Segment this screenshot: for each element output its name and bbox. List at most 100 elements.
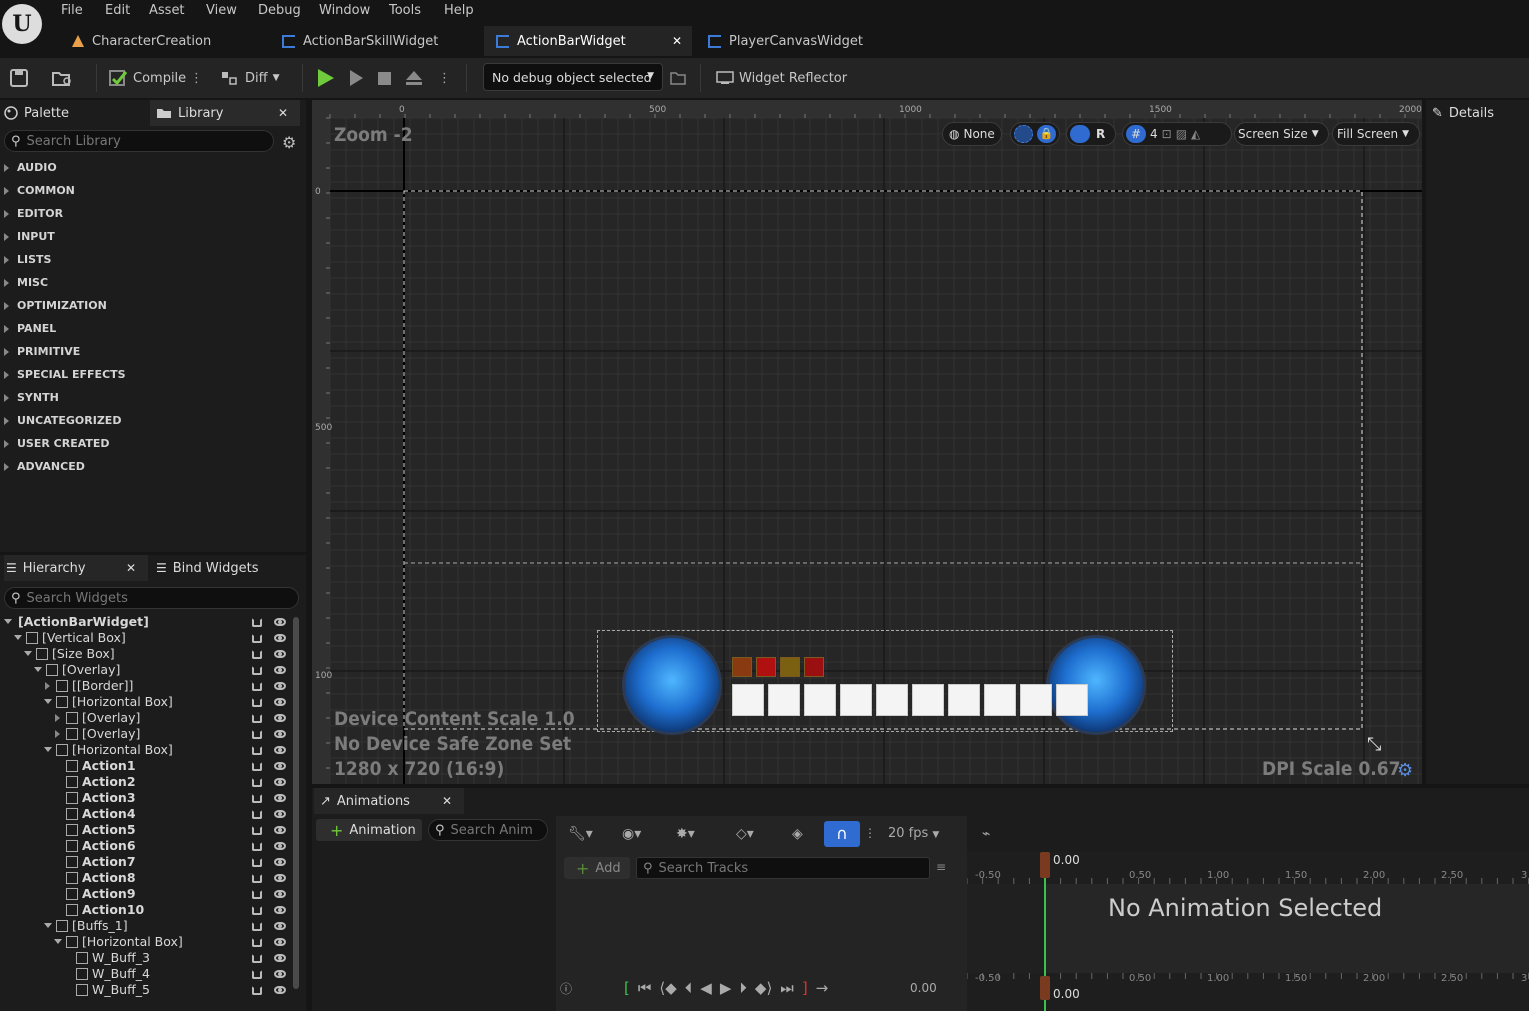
- hierarchy-row[interactable]: Action9: [0, 886, 300, 902]
- collapse-arrow-icon[interactable]: [14, 635, 22, 640]
- palette-category-special-effects[interactable]: SPECIAL EFFECTS: [0, 363, 306, 386]
- lock-icon[interactable]: [252, 985, 262, 995]
- palette-category-audio[interactable]: AUDIO: [0, 156, 306, 179]
- visibility-eye-icon[interactable]: [274, 858, 286, 866]
- lock-icon[interactable]: [252, 953, 262, 963]
- keyframe-icon[interactable]: ◇▾: [736, 826, 754, 842]
- hierarchy-row[interactable]: [Overlay]: [0, 726, 300, 742]
- lock-icon[interactable]: [252, 921, 262, 931]
- hierarchy-row[interactable]: Action3: [0, 790, 300, 806]
- visibility-eye-icon[interactable]: [274, 698, 286, 706]
- play-options-button[interactable]: ⋮: [438, 58, 451, 98]
- action-slot[interactable]: [876, 684, 908, 716]
- browse-button[interactable]: [52, 58, 74, 98]
- visibility-eye-icon[interactable]: [274, 826, 286, 834]
- add-track-button[interactable]: + Add: [564, 857, 630, 879]
- palette-category-synth[interactable]: SYNTH: [0, 386, 306, 409]
- palette-category-uncategorized[interactable]: UNCATEGORIZED: [0, 409, 306, 432]
- lock-icon[interactable]: [252, 969, 262, 979]
- fill-screen-select[interactable]: Fill Screen ▼: [1332, 122, 1420, 146]
- menu-help[interactable]: Help: [444, 3, 474, 21]
- compile-options-button[interactable]: ⋮: [190, 58, 203, 98]
- visibility-eye-icon[interactable]: [274, 954, 286, 962]
- hierarchy-row[interactable]: [Overlay]: [0, 710, 300, 726]
- expand-arrow-icon[interactable]: [55, 714, 60, 722]
- unreal-logo[interactable]: U: [0, 0, 44, 48]
- dpi-settings-gear-icon[interactable]: ⚙: [1397, 760, 1413, 781]
- visibility-eye-icon[interactable]: [274, 714, 286, 722]
- visibility-eye-icon[interactable]: [274, 906, 286, 914]
- action-slot[interactable]: [984, 684, 1016, 716]
- set-end-icon[interactable]: ]: [802, 979, 808, 997]
- fps-select[interactable]: 20 fps ▼: [888, 826, 939, 841]
- action-slot[interactable]: [912, 684, 944, 716]
- play-button[interactable]: [318, 58, 334, 98]
- hierarchy-row[interactable]: Action8: [0, 870, 300, 886]
- lock-icon[interactable]: [252, 745, 262, 755]
- health-orb[interactable]: [622, 635, 722, 735]
- hierarchy-row[interactable]: [Size Box]: [0, 646, 300, 662]
- lock-icon[interactable]: [252, 937, 262, 947]
- menu-window[interactable]: Window: [319, 3, 370, 21]
- palette-category-advanced[interactable]: ADVANCED: [0, 455, 306, 478]
- jump-to-start-icon[interactable]: ⏮: [638, 979, 652, 997]
- lock-icon[interactable]: [252, 809, 262, 819]
- hierarchy-scrollbar[interactable]: [293, 617, 299, 989]
- lock-icon[interactable]: [252, 649, 262, 659]
- flip-icon[interactable]: ◭: [1191, 127, 1200, 141]
- palette-category-input[interactable]: INPUT: [0, 225, 306, 248]
- step-back-frame-icon[interactable]: ⏴: [685, 979, 693, 997]
- hierarchy-row[interactable]: [Horizontal Box]: [0, 934, 300, 950]
- key-auto-icon[interactable]: ◈: [792, 826, 803, 842]
- zoom-to-fit-icon[interactable]: ⊡: [1162, 127, 1172, 141]
- palette-category-common[interactable]: COMMON: [0, 179, 306, 202]
- search-tracks-input[interactable]: ⚲ Search Tracks: [636, 857, 930, 879]
- tab-bind-widgets[interactable]: ☰ Bind Widgets: [156, 555, 304, 581]
- hierarchy-row[interactable]: Action7: [0, 854, 300, 870]
- action-slot[interactable]: [840, 684, 872, 716]
- visibility-eye-icon[interactable]: [274, 938, 286, 946]
- close-icon[interactable]: ✕: [442, 794, 452, 808]
- visibility-eye-icon[interactable]: [274, 762, 286, 770]
- playback-options-icon[interactable]: ✸▾: [676, 826, 695, 842]
- hierarchy-search-input[interactable]: ⚲ Search Widgets: [4, 587, 299, 609]
- diff-button[interactable]: Diff ▼: [220, 58, 280, 98]
- play-reverse-icon[interactable]: ◀: [700, 979, 712, 997]
- visibility-eye-icon[interactable]: [274, 986, 286, 994]
- playhead-handle[interactable]: [1040, 852, 1050, 878]
- visibility-eye-icon[interactable]: [274, 746, 286, 754]
- compile-button[interactable]: Compile: [108, 58, 186, 98]
- lock-icon[interactable]: [252, 889, 262, 899]
- collapse-arrow-icon[interactable]: [44, 923, 52, 928]
- lock-icon[interactable]: [252, 697, 262, 707]
- menu-asset[interactable]: Asset: [149, 3, 185, 21]
- widget-reflector-button[interactable]: Widget Reflector: [716, 58, 847, 98]
- palette-category-editor[interactable]: EDITOR: [0, 202, 306, 225]
- lock-icon[interactable]: [252, 825, 262, 835]
- debug-find-button[interactable]: [670, 58, 686, 98]
- tab-actionbarskillwidget[interactable]: ActionBarSkillWidget: [270, 26, 480, 56]
- visibility-eye-icon[interactable]: [274, 890, 286, 898]
- visibility-eye-icon[interactable]: [274, 682, 286, 690]
- jump-to-end-icon[interactable]: ⏭: [780, 979, 794, 997]
- menu-tools[interactable]: Tools: [389, 3, 421, 21]
- hierarchy-row[interactable]: Action2: [0, 774, 300, 790]
- tab-palette[interactable]: Palette: [4, 100, 149, 126]
- lock-icon[interactable]: [252, 729, 262, 739]
- buff-icon[interactable]: [732, 657, 752, 677]
- buff-icon[interactable]: [780, 657, 800, 677]
- collapse-arrow-icon[interactable]: [4, 619, 12, 624]
- play-forward-icon[interactable]: ▶: [720, 979, 732, 997]
- lock-icon[interactable]: [252, 617, 262, 627]
- hierarchy-row[interactable]: [Horizontal Box]: [0, 742, 300, 758]
- playhead-handle-bottom[interactable]: [1040, 976, 1050, 1000]
- tab-playercanvaswidget[interactable]: PlayerCanvasWidget: [696, 26, 896, 56]
- menu-edit[interactable]: Edit: [105, 3, 130, 21]
- visibility-eye-icon[interactable]: [274, 922, 286, 930]
- action-slot[interactable]: [768, 684, 800, 716]
- hierarchy-row[interactable]: [ActionBarWidget]: [0, 614, 300, 630]
- visibility-eye-icon[interactable]: [274, 874, 286, 882]
- visibility-eye-icon[interactable]: [274, 666, 286, 674]
- lock-icon[interactable]: [252, 665, 262, 675]
- debug-object-select[interactable]: No debug object selected ▼: [483, 63, 663, 91]
